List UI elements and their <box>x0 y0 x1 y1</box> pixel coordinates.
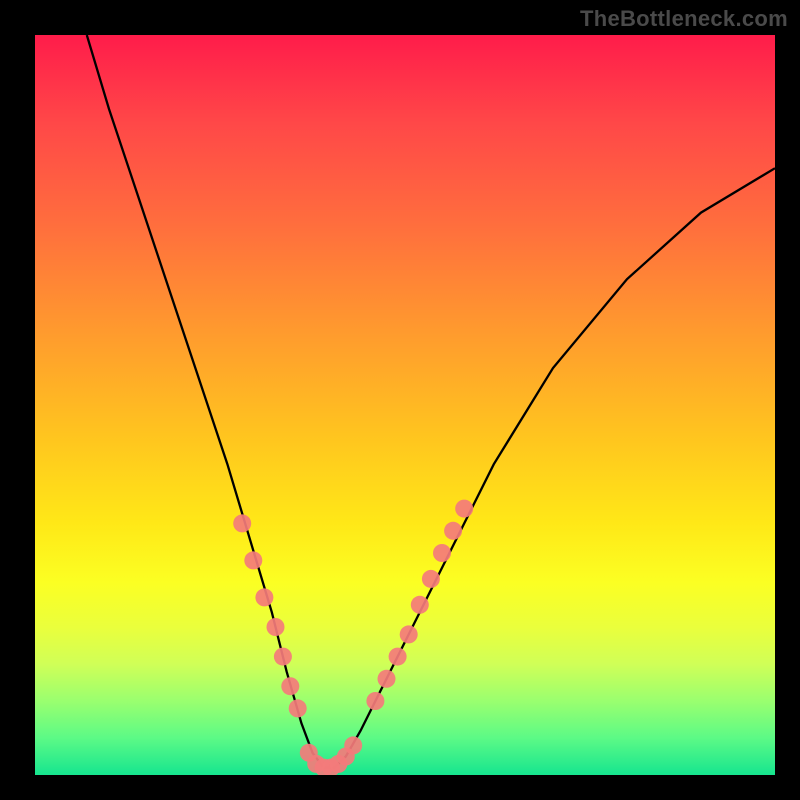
data-point <box>344 736 362 754</box>
data-point <box>389 648 407 666</box>
data-point <box>433 544 451 562</box>
data-point <box>422 570 440 588</box>
bottleneck-curve <box>87 35 775 768</box>
data-point <box>281 677 299 695</box>
chart-frame: TheBottleneck.com <box>0 0 800 800</box>
data-point <box>455 500 473 518</box>
data-point <box>378 670 396 688</box>
data-point <box>366 692 384 710</box>
data-point <box>267 618 285 636</box>
data-point <box>255 588 273 606</box>
data-point <box>244 551 262 569</box>
data-point <box>411 596 429 614</box>
watermark-text: TheBottleneck.com <box>580 6 788 32</box>
data-point <box>289 699 307 717</box>
data-point <box>274 648 292 666</box>
data-point <box>444 522 462 540</box>
data-point <box>400 625 418 643</box>
curve-svg <box>35 35 775 775</box>
plot-area <box>35 35 775 775</box>
data-point <box>233 514 251 532</box>
